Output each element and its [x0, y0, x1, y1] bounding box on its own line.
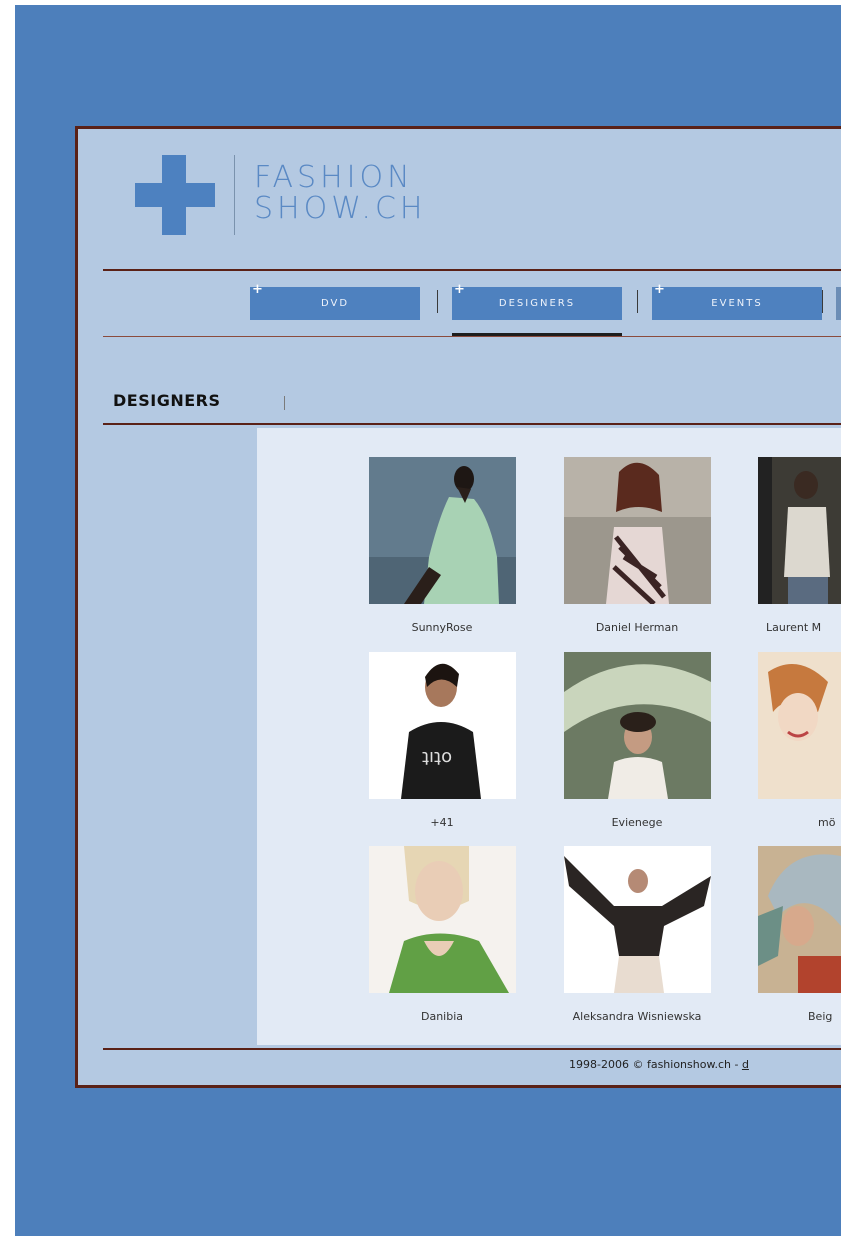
nav-events-button[interactable]: + EVENTS [652, 283, 822, 320]
nav-dvd-label: DVD [320, 298, 350, 309]
designers-grid-panel [257, 428, 841, 1045]
photo-model-icon [758, 652, 841, 799]
left-sidebar [78, 428, 257, 1045]
site-logo[interactable]: FASHION SHOW.CH [135, 155, 455, 240]
designer-name[interactable]: Danibia [336, 1010, 548, 1023]
title-cursor-bar [284, 396, 285, 410]
photo-model-icon: ʇıʇo [369, 652, 516, 799]
designer-name[interactable]: +41 [336, 816, 548, 829]
designer-thumb-beig[interactable] [758, 846, 841, 993]
designer-name[interactable]: Daniel Herman [542, 621, 732, 634]
nav-dvd-button[interactable]: + DVD [250, 283, 420, 320]
nav-rule [103, 336, 841, 337]
designer-name[interactable]: Aleksandra Wisniewska [529, 1010, 745, 1023]
plus-icon: + [454, 282, 467, 297]
designer-thumb-sunnyrose[interactable] [369, 457, 516, 604]
designer-thumb-daniel-herman[interactable] [564, 457, 711, 604]
plus-icon: + [654, 282, 667, 297]
designer-name[interactable]: Beig [808, 1010, 841, 1023]
photo-model-icon [758, 457, 841, 604]
photo-model-icon [369, 846, 516, 993]
logo-divider [234, 155, 235, 235]
logo-wordmark: FASHION SHOW.CH [254, 162, 426, 224]
header-rule [103, 269, 841, 271]
photo-model-icon [758, 846, 841, 993]
nav-active-indicator [452, 333, 622, 336]
designer-thumb-laurent[interactable] [758, 457, 841, 604]
logo-line1: FASHION [254, 160, 414, 195]
copyright-footer: 1998-2006 © fashionshow.ch - d [569, 1058, 749, 1071]
nav-designers-button[interactable]: + DESIGNERS [452, 283, 622, 320]
nav-events-label: EVENTS [711, 298, 763, 309]
nav-next-button-partial[interactable] [836, 287, 841, 320]
nav-separator [437, 290, 438, 313]
page-title: DESIGNERS [113, 391, 221, 410]
svg-text:ʇıʇo: ʇıʇo [422, 746, 452, 767]
nav-separator [637, 290, 638, 313]
designer-thumb-danibia[interactable] [369, 846, 516, 993]
designer-name[interactable]: Evienege [542, 816, 732, 829]
designer-thumb-plus41[interactable]: ʇıʇo [369, 652, 516, 799]
footer-link[interactable]: d [742, 1058, 749, 1071]
footer-rule [103, 1048, 841, 1050]
designer-thumb-evienege[interactable] [564, 652, 711, 799]
photo-model-icon [564, 652, 711, 799]
photo-model-icon [564, 457, 711, 604]
nav-separator [822, 290, 823, 313]
photo-model-icon [564, 846, 711, 993]
copyright-text: 1998-2006 © fashionshow.ch - [569, 1058, 742, 1071]
section-rule [103, 423, 841, 425]
designer-name[interactable]: SunnyRose [336, 621, 548, 634]
designer-name[interactable]: Laurent M [766, 621, 841, 634]
logo-line2: SHOW.CH [254, 191, 427, 226]
nav-designers-label: DESIGNERS [498, 298, 576, 309]
designer-thumb-aleksandra-wisniewska[interactable] [564, 846, 711, 993]
photo-model-icon [369, 457, 516, 604]
plus-icon: + [252, 282, 265, 297]
designer-name[interactable]: mö [818, 816, 841, 829]
swiss-cross-icon [135, 155, 215, 235]
designer-thumb-mo[interactable] [758, 652, 841, 799]
